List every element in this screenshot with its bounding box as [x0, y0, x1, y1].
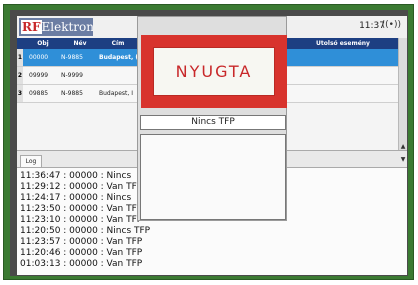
log-line: 11:36:47 : 00000 : Nincs: [20, 171, 132, 181]
log-line: 11:23:10 : 00000 : Van TFF: [20, 215, 142, 225]
log-line: 11:20:50 : 00000 : Nincs TFP: [20, 226, 151, 236]
col-cim[interactable]: Cím: [99, 38, 137, 49]
screen: RFElektronik 11:37 ((•)) Obj Név Cím Uto…: [17, 16, 407, 275]
log-line: 11:20:46 : 00000 : Van TFP: [20, 248, 143, 258]
logo-text: Elektronik: [41, 20, 94, 34]
cell-obj: 09885: [29, 90, 49, 97]
detail-box: [140, 134, 286, 220]
log-line: 11:23:57 : 00000 : Van TFP: [20, 237, 143, 247]
cell-nev: N-9885: [61, 54, 83, 61]
col-nev[interactable]: Név: [61, 38, 99, 49]
brand-logo: RFElektronik: [19, 18, 93, 36]
row-index: 3: [17, 85, 23, 102]
log-line: 01:03:13 : 00000 : Van TFP: [20, 259, 143, 269]
cell-cim: Budapest, (: [99, 54, 137, 61]
col-utolso-esemeny[interactable]: Utolsó esemény: [287, 38, 399, 49]
scroll-up-icon[interactable]: ▲: [399, 142, 407, 151]
receipt-banner[interactable]: NYUGTA: [141, 35, 287, 108]
col-obj[interactable]: Obj: [25, 38, 61, 49]
row-index: 2: [17, 67, 23, 84]
log-line: 11:23:50 : 00000 : Van TF: [20, 204, 137, 214]
tfp-status-field: Nincs TFP: [140, 115, 286, 130]
log-line: 11:29:12 : 00000 : Van TF: [20, 182, 137, 192]
logo-rf: RF: [21, 20, 42, 34]
banner-label: NYUGTA: [153, 47, 275, 96]
scroll-down-icon[interactable]: ▼: [399, 155, 407, 164]
cell-nev: N-9885: [61, 90, 83, 97]
tab-log[interactable]: Log: [20, 155, 42, 167]
receipt-popup: NYUGTA Nincs TFP: [137, 16, 287, 221]
cell-cim: [99, 67, 137, 84]
cell-obj: 00000: [29, 54, 49, 61]
cell-cim: Budapest, I: [99, 90, 133, 97]
cell-nev: N-9999: [61, 72, 83, 79]
cell-obj: 09999: [29, 72, 49, 79]
wifi-icon: ((•)): [381, 20, 401, 30]
log-line: 11:24:17 : 00000 : Nincs: [20, 193, 132, 203]
row-index: 1: [17, 49, 23, 66]
table-scrollbar[interactable]: ▲ ▼: [398, 38, 407, 163]
